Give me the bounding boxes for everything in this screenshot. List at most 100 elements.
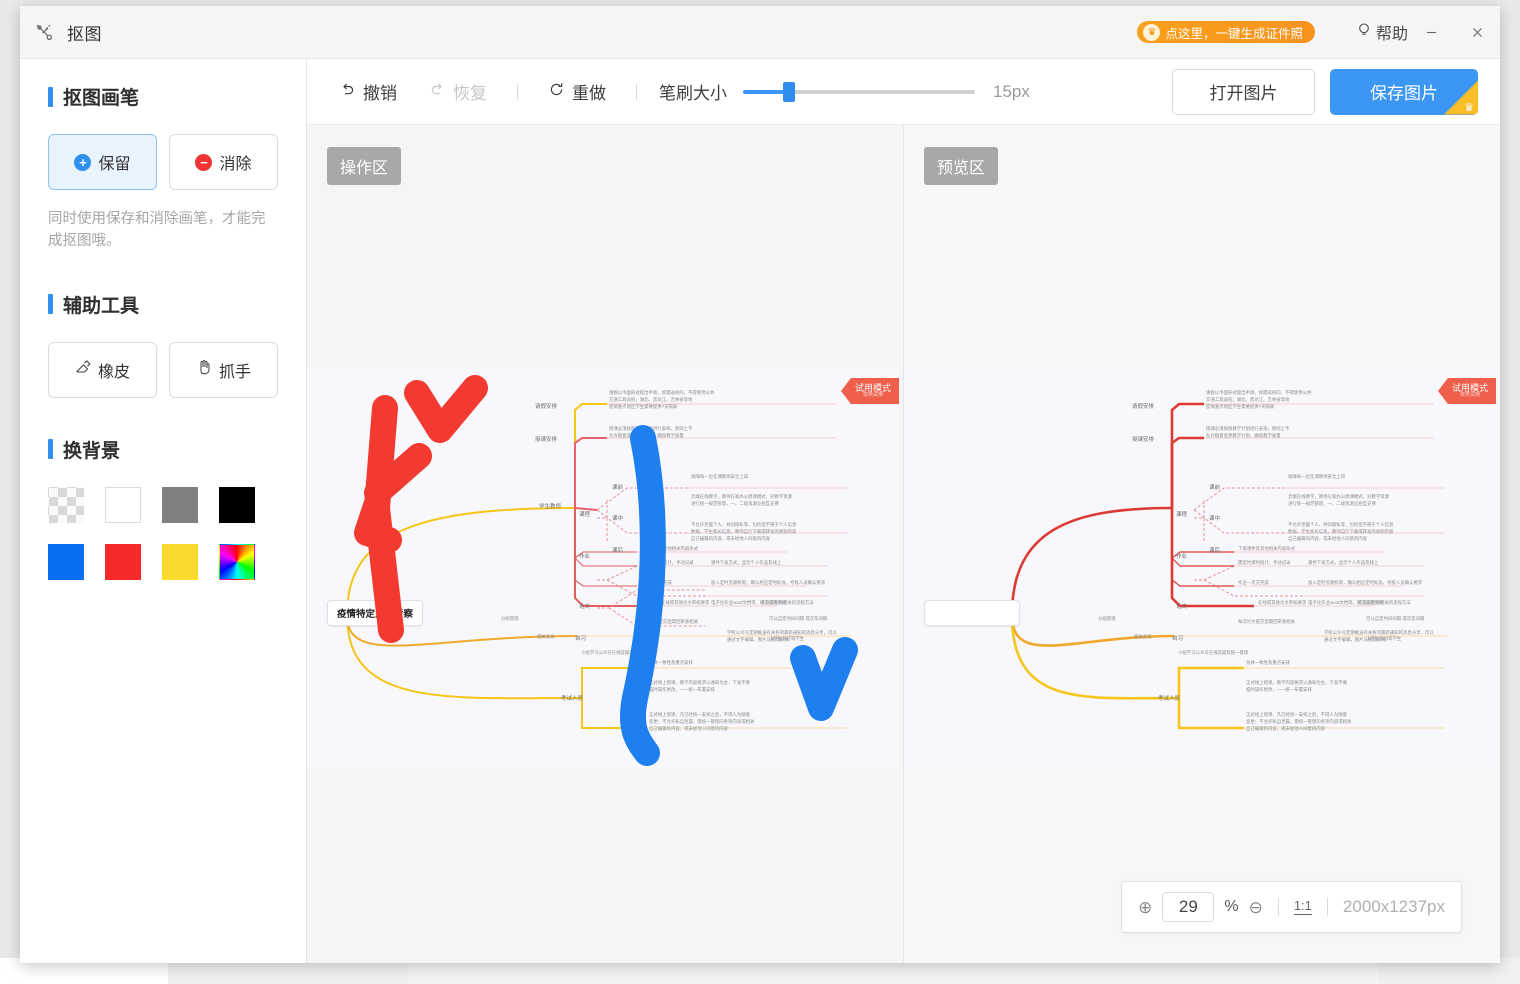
- image-dimensions-label: 2000x1237px: [1342, 897, 1445, 916]
- svg-text:临时操作更改，一一统一布置安排: 临时操作更改，一一统一布置安排: [649, 686, 715, 693]
- section-accent-bar: [48, 86, 53, 107]
- background-section-label: 换背景: [63, 440, 121, 462]
- brush-size-slider-wrap: 15px: [743, 81, 1030, 102]
- minimize-button[interactable]: [1408, 6, 1454, 59]
- help-button[interactable]: 帮助: [1357, 20, 1408, 44]
- undo-label: 撤销: [363, 84, 397, 103]
- svg-text:需定时课时统计，手动记录: 需定时课时统计，手动记录: [1238, 559, 1291, 566]
- svg-text:变更；不允许私自泄露，需统一管理的各项内容或相关: 变更；不允许私自泄露，需统一管理的各项内容或相关: [649, 718, 755, 725]
- svg-text:小学生到初等学生: 小学生到初等学生: [1366, 635, 1402, 642]
- trial-mode-sub: 仅供试用: [862, 392, 883, 399]
- toolbar-separator-1: [517, 83, 518, 100]
- operation-pane-badge: 操作区: [327, 147, 402, 185]
- svg-text:数据、学生家长信息，教师自行下载或转发的视频内容: 数据、学生家长信息，教师自行下载或转发的视频内容: [1288, 528, 1394, 535]
- svg-text:正式线上授课，教学内容要求以通知为主，下发不要: 正式线上授课，教学内容要求以通知为主，下发不要: [649, 679, 751, 686]
- save-image-label: 保存图片: [1370, 84, 1438, 103]
- tools-section-title: 辅助工具: [48, 291, 278, 318]
- reset-button[interactable]: 重做: [532, 79, 622, 104]
- open-image-button[interactable]: 打开图片: [1172, 68, 1315, 115]
- swatch-yellow[interactable]: [162, 543, 198, 580]
- save-image-button[interactable]: 保存图片 ♛: [1330, 68, 1478, 115]
- svg-text:允许随意变更教学计划，确保教学质量: 允许随意变更教学计划，确保教学质量: [1206, 432, 1281, 439]
- svg-text:交通工具返校；湖北、黑龙江、吉林省等地: 交通工具返校；湖北、黑龙江、吉林省等地: [609, 396, 693, 403]
- undo-button[interactable]: 撤销: [323, 79, 413, 104]
- window-body: 抠图画笔 + 保留 − 消除 同时使用保存和消除画笔，才能完成抠图哦。 辅助工具…: [20, 59, 1500, 963]
- swatch-red[interactable]: [105, 543, 141, 580]
- svg-text:请假安排: 请假安排: [1132, 402, 1155, 410]
- mindmap-graphic: 学生教师 请假安排 授课安排 课程 作业 论文 自习 考试人员 课前课中课后: [307, 368, 899, 768]
- svg-text:可以自定时间间隔 或次年间隔: 可以自定时间间隔 或次年间隔: [1366, 615, 1425, 622]
- help-label: 帮助: [1375, 26, 1408, 43]
- zoom-value-input[interactable]: [1162, 892, 1215, 922]
- zoom-in-icon[interactable]: ⊕: [1138, 899, 1152, 916]
- swatch-white[interactable]: [105, 486, 141, 523]
- swatch-transparent[interactable]: [48, 487, 84, 523]
- svg-text:考试人员: 考试人员: [1158, 694, 1181, 702]
- hand-tool-button[interactable]: 抓手: [169, 341, 278, 398]
- svg-text:授课安排: 授课安排: [1132, 435, 1155, 443]
- zoom-toolbar: ⊕ % ⊖ 1:1 2000x1237px: [1121, 881, 1462, 933]
- brush-hint-text: 同时使用保存和消除画笔，才能完成抠图哦。: [48, 211, 266, 250]
- operation-pane[interactable]: 操作区 学生教师 请假安排 授课安排 课程 作业 论文 自习 考试人员 课前 课…: [307, 125, 903, 963]
- slider-handle[interactable]: [783, 81, 796, 102]
- eraser-icon: [75, 359, 91, 380]
- zoom-separator-1: [1277, 898, 1279, 916]
- svg-text:作业一次交完成: 作业一次交完成: [641, 579, 672, 586]
- svg-text:临时操作更改，一一统一布置安排: 临时操作更改，一一统一布置安排: [1246, 686, 1312, 693]
- svg-text:需定时课时统计，手动记录: 需定时课时统计，手动记录: [641, 559, 694, 566]
- swatch-rainbow[interactable]: [219, 543, 255, 580]
- svg-text:疫情重点地区学生需要提供7天隔离: 疫情重点地区学生需要提供7天隔离: [1206, 403, 1275, 410]
- erase-brush-button[interactable]: − 消除: [169, 134, 278, 190]
- svg-text:加入定时监督机制，确认相应定时标准，考核人员确认要求: 加入定时监督机制，确认相应定时标准，考核人员确认要求: [711, 579, 826, 586]
- svg-text:不允许泄露个人、共同隐私等，包括但不限于个人信息: 不允许泄露个人、共同隐私等，包括但不限于个人信息: [691, 521, 797, 528]
- svg-text:数据、学生家长信息，教师自行下载或转发的视频内容: 数据、学生家长信息，教师自行下载或转发的视频内容: [691, 528, 797, 535]
- plus-circle-icon: +: [74, 153, 92, 171]
- trial-mode-ribbon: 试用模式 仅供试用: [840, 378, 899, 405]
- svg-text:正式线上授课，凡已经统一安排之后，不得人为随意: 正式线上授课，凡已经统一安排之后，不得人为随意: [1246, 711, 1348, 718]
- swatch-blue[interactable]: [48, 543, 84, 580]
- trial-mode-ribbon: 试用模式 仅供试用: [1437, 378, 1496, 405]
- swatch-gray[interactable]: [162, 486, 198, 523]
- operation-artboard[interactable]: 学生教师 请假安排 授课安排 课程 作业 论文 自习 考试人员 课前课中课后: [307, 368, 899, 768]
- promo-banner-button[interactable]: ♛ 点这里，一键生成证件照: [1137, 21, 1315, 43]
- svg-text:论文: 论文: [1176, 602, 1188, 610]
- brush-size-slider[interactable]: [743, 81, 975, 102]
- svg-text:学校公众号定期推送有关各项最新通知的消息分享，可以: 学校公众号定期推送有关各项最新通知的消息分享，可以: [727, 629, 837, 636]
- svg-text:课件下发方式，显示个人作品及线上: 课件下发方式，显示个人作品及线上: [711, 559, 782, 566]
- zoom-separator-2: [1326, 898, 1328, 916]
- svg-text:疫情重点地区学生需要提供7天隔离: 疫情重点地区学生需要提供7天隔离: [609, 403, 678, 410]
- hand-icon: [196, 359, 212, 380]
- actual-size-button[interactable]: 1:1: [1293, 899, 1312, 915]
- svg-text:作业: 作业: [579, 552, 591, 560]
- redo-arrow-icon: [429, 81, 446, 103]
- svg-text:总体一致性及重点安排: 总体一致性及重点安排: [1246, 659, 1291, 666]
- svg-text:作业: 作业: [1176, 552, 1188, 560]
- redo-label: 恢复: [453, 84, 487, 103]
- app-window: 抠图 ♛ 点这里，一键生成证件照 帮助 抠图画笔 + 保留 − 消除 同时使用保…: [20, 6, 1500, 963]
- brush-section-label: 抠图画笔: [63, 88, 140, 109]
- keep-brush-button[interactable]: + 保留: [48, 134, 157, 190]
- svg-text:学校公众号定期推送有关各项最新通知的消息分享，可以: 学校公众号定期推送有关各项最新通知的消息分享，可以: [1324, 629, 1434, 636]
- eraser-tool-button[interactable]: 橡皮: [48, 341, 157, 398]
- svg-text:授课安排: 授课安排: [535, 435, 558, 443]
- svg-text:小组学习公众号在线答疑及统一管理: 小组学习公众号在线答疑及统一管理: [581, 649, 652, 656]
- mindmap-root-node: 疫情特定人群考察: [327, 600, 424, 626]
- svg-text:正式线上授课，凡已经统一安排之后，不得人为随意: 正式线上授课，凡已经统一安排之后，不得人为随意: [649, 711, 751, 718]
- preview-pane[interactable]: 预览区 请假安排 授课安排 课程 作业 论文 自习 考试人员 课前 课中 课后 …: [903, 125, 1500, 963]
- redo-button[interactable]: 恢复: [413, 79, 503, 104]
- svg-text:下发课件及其他相关内容形式: 下发课件及其他相关内容形式: [641, 545, 699, 552]
- zoom-out-icon[interactable]: ⊖: [1249, 899, 1263, 916]
- trial-mode-sub: 仅供试用: [1459, 392, 1480, 399]
- window-title: 抠图: [67, 24, 102, 44]
- lightbulb-icon: [1357, 22, 1371, 43]
- close-button[interactable]: [1454, 6, 1500, 59]
- svg-text:相关会议: 相关会议: [1134, 633, 1152, 640]
- svg-text:正式线上授课，教学内容要求以通知为主，下发不要: 正式线上授课，教学内容要求以通知为主，下发不要: [1246, 679, 1348, 686]
- title-bar: 抠图 ♛ 点这里，一键生成证件照 帮助: [20, 6, 1500, 59]
- swatch-black[interactable]: [219, 486, 255, 523]
- erase-brush-label: 消除: [219, 156, 252, 173]
- svg-text:授课必须按照教学计划进行安排，原则上不: 授课必须按照教学计划进行安排，原则上不: [1206, 425, 1290, 432]
- app-logo-icon: [33, 21, 55, 43]
- svg-text:保障每一位任课教师安全上岗: 保障每一位任课教师安全上岗: [1288, 473, 1345, 480]
- svg-text:不允许泄露个人、共同隐私等，包括但不限于个人信息: 不允许泄露个人、共同隐私等，包括但不限于个人信息: [1288, 521, 1394, 528]
